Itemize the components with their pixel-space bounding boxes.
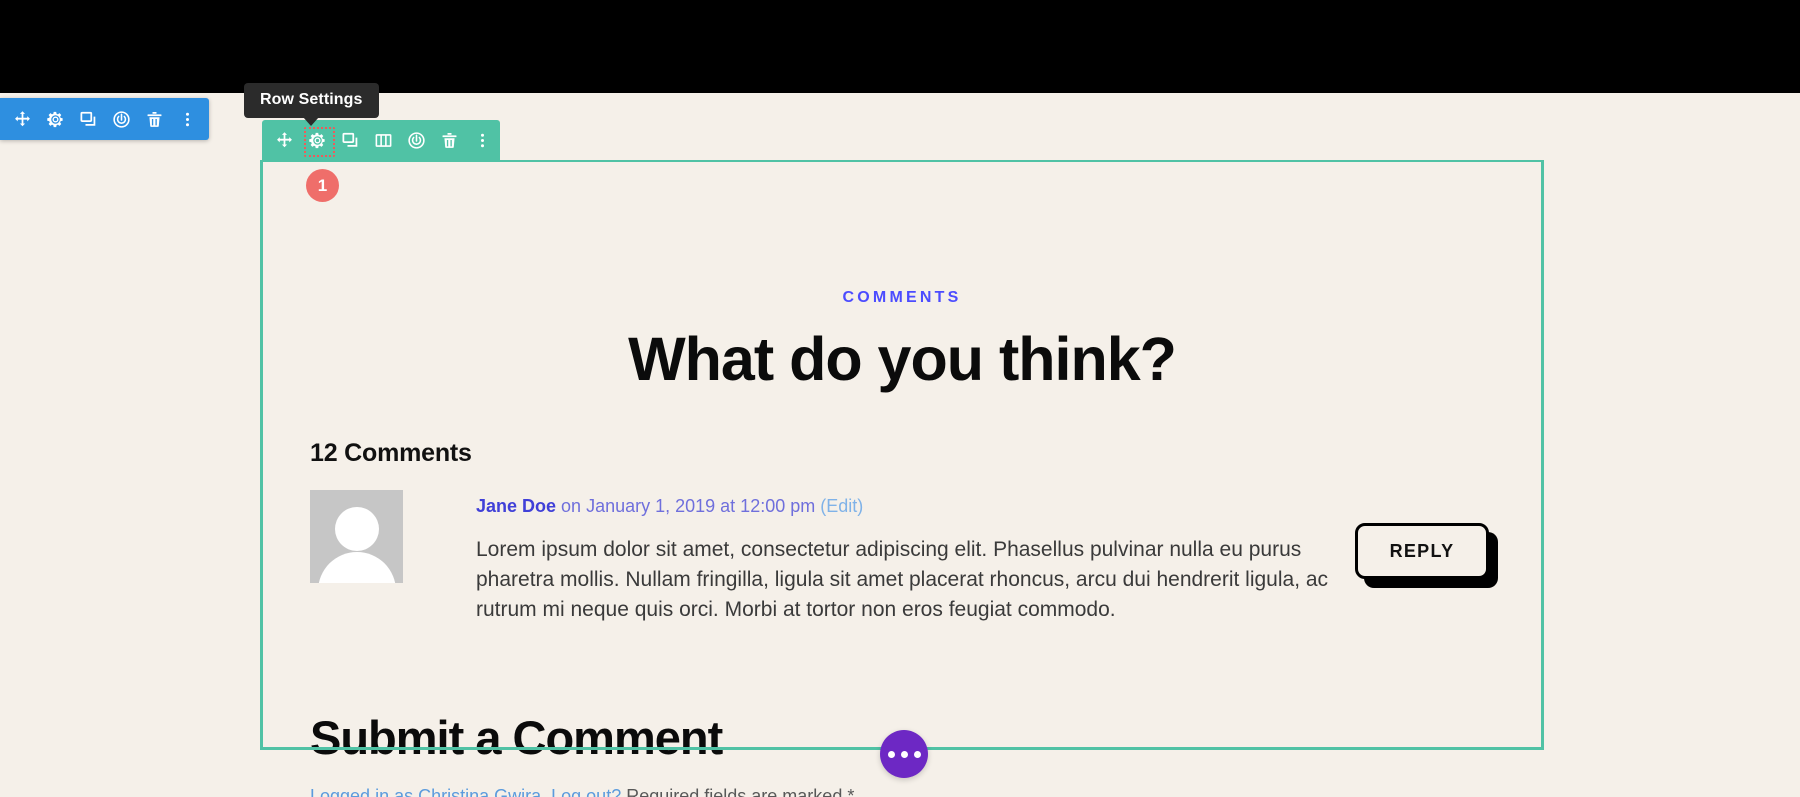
section-disable-button[interactable]: [105, 99, 138, 139]
duplicate-icon: [341, 131, 360, 150]
fab-dot-icon: [887, 750, 895, 758]
section-duplicate-button[interactable]: [72, 99, 105, 139]
comment-text: Lorem ipsum dolor sit amet, consectetur …: [476, 537, 1329, 622]
required-fields-note: Required fields are marked *: [621, 785, 855, 797]
section-delete-button[interactable]: [138, 99, 171, 139]
row-disable-button[interactable]: [400, 120, 433, 160]
logged-in-user-link[interactable]: Logged in as Christina Gwira: [310, 786, 541, 797]
row-more-button[interactable]: [466, 120, 499, 160]
duplicate-icon: [79, 110, 98, 129]
fab-dot-icon: [900, 750, 908, 758]
logged-in-notice: Logged in as Christina Gwira. Log out? R…: [287, 786, 1517, 797]
move-icon: [13, 110, 32, 129]
row-settings-button[interactable]: [301, 120, 335, 160]
move-icon: [275, 131, 294, 150]
comment-body: Jane Doe on January 1, 2019 at 12:00 pm …: [476, 490, 1376, 625]
comment-timestamp: on January 1, 2019 at 12:00 pm: [556, 496, 821, 517]
section-more-button[interactable]: [171, 99, 204, 139]
reply-button[interactable]: REPLY: [1355, 523, 1489, 580]
row-columns-button[interactable]: [367, 120, 400, 160]
fab-dot-icon: [913, 750, 921, 758]
columns-icon: [374, 131, 393, 150]
row-move-button[interactable]: [268, 120, 301, 160]
comments-count-label: 12 Comments: [310, 439, 472, 468]
avatar-head-shape: [334, 507, 379, 552]
section-move-button[interactable]: [6, 99, 39, 139]
ellipsis-vertical-icon: [178, 110, 197, 129]
gear-icon: [46, 110, 65, 129]
row-settings-tooltip: Row Settings: [244, 83, 379, 126]
eyebrow-text: COMMENTS: [842, 289, 962, 306]
power-icon: [112, 110, 131, 129]
row-delete-button[interactable]: [433, 120, 466, 160]
section-toolbar[interactable]: [0, 98, 209, 140]
builder-menu-fab[interactable]: [880, 730, 928, 778]
row-duplicate-button[interactable]: [334, 120, 367, 160]
comment-meta: Jane Doe on January 1, 2019 at 12:00 pm …: [476, 496, 1376, 518]
ellipsis-vertical-icon: [473, 131, 492, 150]
comment-edit-link[interactable]: (Edit): [820, 496, 863, 516]
row-toolbar[interactable]: [262, 120, 500, 160]
page-title: What do you think?: [628, 325, 1177, 393]
avatar-body-shape: [317, 552, 396, 584]
builder-canvas-root: COMMENTS What do you think? 12 Comments …: [0, 0, 1800, 797]
top-chrome-bar: [0, 0, 1800, 93]
logged-in-separator: .: [541, 785, 552, 797]
row-content: COMMENTS What do you think? 12 Comments …: [263, 255, 1541, 797]
page-canvas: COMMENTS What do you think? 12 Comments …: [0, 93, 1800, 797]
avatar: [310, 490, 403, 584]
logout-link[interactable]: Log out?: [551, 786, 621, 797]
section-settings-button[interactable]: [39, 99, 72, 139]
comment-author[interactable]: Jane Doe: [476, 496, 556, 516]
gear-icon: [308, 131, 327, 150]
power-icon: [407, 131, 426, 150]
trash-icon: [145, 110, 164, 129]
row-count-badge: 1: [306, 169, 339, 202]
trash-icon: [440, 131, 459, 150]
comment-item: Jane Doe on January 1, 2019 at 12:00 pm …: [287, 490, 1517, 625]
